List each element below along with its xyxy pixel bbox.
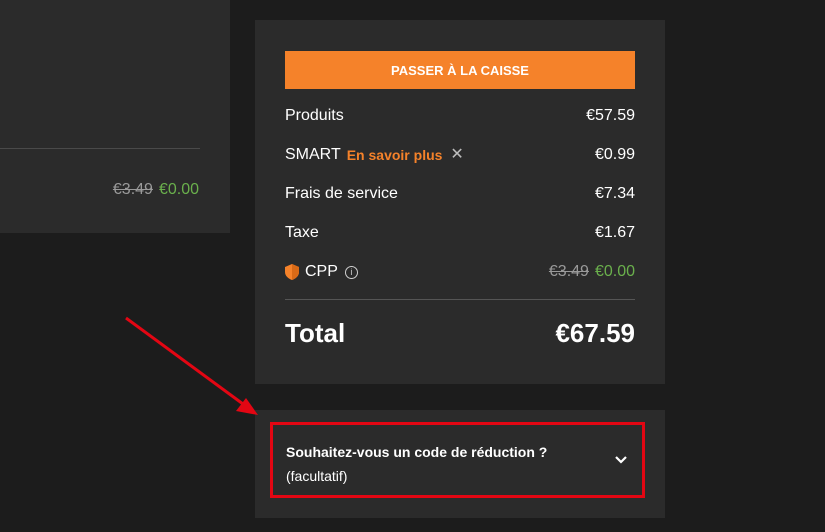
old-price: €3.49	[112, 181, 153, 198]
divider	[0, 148, 200, 149]
promo-subtitle: (facultatif)	[286, 468, 348, 484]
row-tax: Taxe €1.67	[285, 222, 635, 244]
row-service-fee: Frais de service €7.34	[285, 183, 635, 205]
row-label-group: SMART En savoir plus ✕	[285, 146, 464, 164]
new-price: €0.00	[158, 181, 199, 198]
row-products: Produits €57.59	[285, 105, 635, 127]
row-smart: SMART En savoir plus ✕ €0.99	[285, 144, 635, 166]
info-icon[interactable]: i	[344, 265, 358, 279]
old-price: €3.49	[548, 263, 589, 280]
promo-code-toggle[interactable]: Souhaitez-vous un code de réduction ? (f…	[270, 422, 645, 498]
promo-card: Souhaitez-vous un code de réduction ? (f…	[255, 410, 665, 518]
row-label: CPP	[305, 263, 338, 280]
row-value-group: €3.49 €0.00	[549, 263, 635, 281]
divider	[285, 299, 635, 300]
order-summary: PASSER À LA CAISSE Produits €57.59 SMART…	[255, 20, 665, 384]
shield-icon	[285, 264, 299, 280]
total-label: Total	[285, 318, 346, 348]
total-row: Total €67.59	[285, 318, 635, 349]
cart-item-card: €3.49 €0.00	[0, 0, 230, 233]
new-price: €0.00	[594, 263, 635, 280]
row-value: €7.34	[594, 185, 635, 202]
learn-more-link[interactable]: En savoir plus	[347, 147, 443, 163]
item-price: €3.49 €0.00	[113, 181, 199, 199]
chevron-down-icon[interactable]	[614, 455, 628, 465]
row-label: Frais de service	[285, 185, 398, 202]
promo-title: Souhaitez-vous un code de réduction ?	[286, 444, 548, 460]
row-label: SMART	[285, 146, 341, 163]
total-value: €67.59	[555, 318, 635, 348]
row-label: Taxe	[285, 224, 319, 241]
row-label: Produits	[285, 107, 344, 124]
checkout-button[interactable]: PASSER À LA CAISSE	[285, 51, 635, 89]
row-label-group: CPP i	[285, 263, 358, 281]
row-value: €1.67	[594, 224, 635, 241]
row-cpp: CPP i €3.49 €0.00	[285, 261, 635, 283]
row-value: €0.99	[594, 146, 635, 163]
close-icon[interactable]: ✕	[450, 147, 463, 163]
row-value: €57.59	[586, 107, 635, 124]
